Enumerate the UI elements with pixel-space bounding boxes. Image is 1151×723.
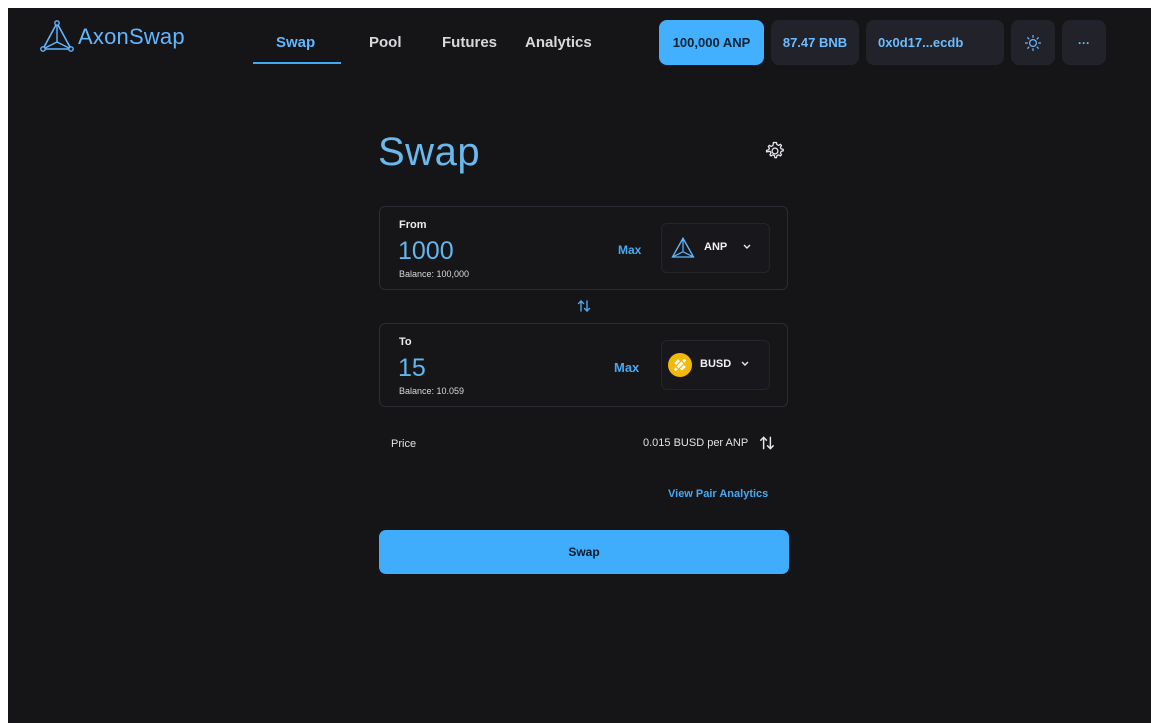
from-balance: Balance: 100,000 bbox=[399, 269, 470, 279]
from-token-name: ANP bbox=[704, 241, 728, 253]
view-pair-analytics-link[interactable]: View Pair Analytics bbox=[668, 488, 768, 500]
from-amount-input[interactable]: 1000 bbox=[398, 237, 454, 266]
price-value: 0.015 BUSD per ANP bbox=[643, 437, 749, 449]
tab-futures[interactable]: Futures bbox=[442, 34, 497, 51]
from-panel: From 1000 Balance: 100,000 Max ANP bbox=[379, 206, 788, 290]
wallet-address-button[interactable]: 0x0d17...ecdb bbox=[866, 20, 1004, 65]
from-token-select[interactable]: ANP bbox=[661, 223, 770, 273]
swap-submit-button[interactable]: Swap bbox=[379, 530, 789, 574]
switch-direction-button[interactable] bbox=[576, 298, 592, 314]
active-tab-indicator bbox=[253, 62, 341, 64]
gear-icon bbox=[765, 141, 784, 159]
settings-button[interactable] bbox=[764, 140, 786, 167]
busd-coin-icon bbox=[668, 353, 692, 377]
to-balance: Balance: 10.059 bbox=[399, 386, 465, 396]
from-label: From bbox=[399, 219, 427, 231]
to-token-name: BUSD bbox=[700, 358, 732, 370]
anp-balance-button[interactable]: 100,000 ANP bbox=[659, 20, 764, 65]
swap-arrows-icon bbox=[577, 300, 591, 312]
brand-logo[interactable]: AxonSwap bbox=[40, 20, 185, 54]
from-max-button[interactable]: Max bbox=[618, 243, 641, 257]
tab-pool[interactable]: Pool bbox=[369, 34, 402, 51]
chevron-down-icon bbox=[743, 244, 751, 249]
tab-swap[interactable]: Swap bbox=[276, 34, 315, 51]
more-menu-button[interactable]: ··· bbox=[1062, 20, 1106, 65]
to-max-button[interactable]: Max bbox=[614, 360, 639, 375]
sun-icon bbox=[1024, 34, 1042, 51]
app-window: AxonSwap Swap Pool Futures Analytics 100… bbox=[8, 8, 1151, 723]
chevron-down-icon bbox=[741, 361, 749, 366]
to-amount-input[interactable]: 15 bbox=[398, 354, 426, 383]
to-token-select[interactable]: BUSD bbox=[661, 340, 770, 390]
theme-toggle-button[interactable] bbox=[1011, 20, 1055, 65]
swap-arrows-icon bbox=[760, 436, 774, 450]
tab-analytics[interactable]: Analytics bbox=[525, 34, 592, 51]
brand-name: AxonSwap bbox=[78, 24, 185, 49]
bnb-balance-button[interactable]: 87.47 BNB bbox=[771, 20, 859, 65]
to-label: To bbox=[399, 336, 412, 348]
invert-price-button[interactable] bbox=[758, 434, 776, 457]
price-label: Price bbox=[391, 438, 417, 450]
to-panel: To 15 Balance: 10.059 Max BUSD bbox=[379, 323, 788, 407]
axon-triangle-icon bbox=[671, 236, 695, 258]
axon-triangle-icon bbox=[40, 20, 74, 52]
page-title: Swap bbox=[378, 130, 481, 174]
